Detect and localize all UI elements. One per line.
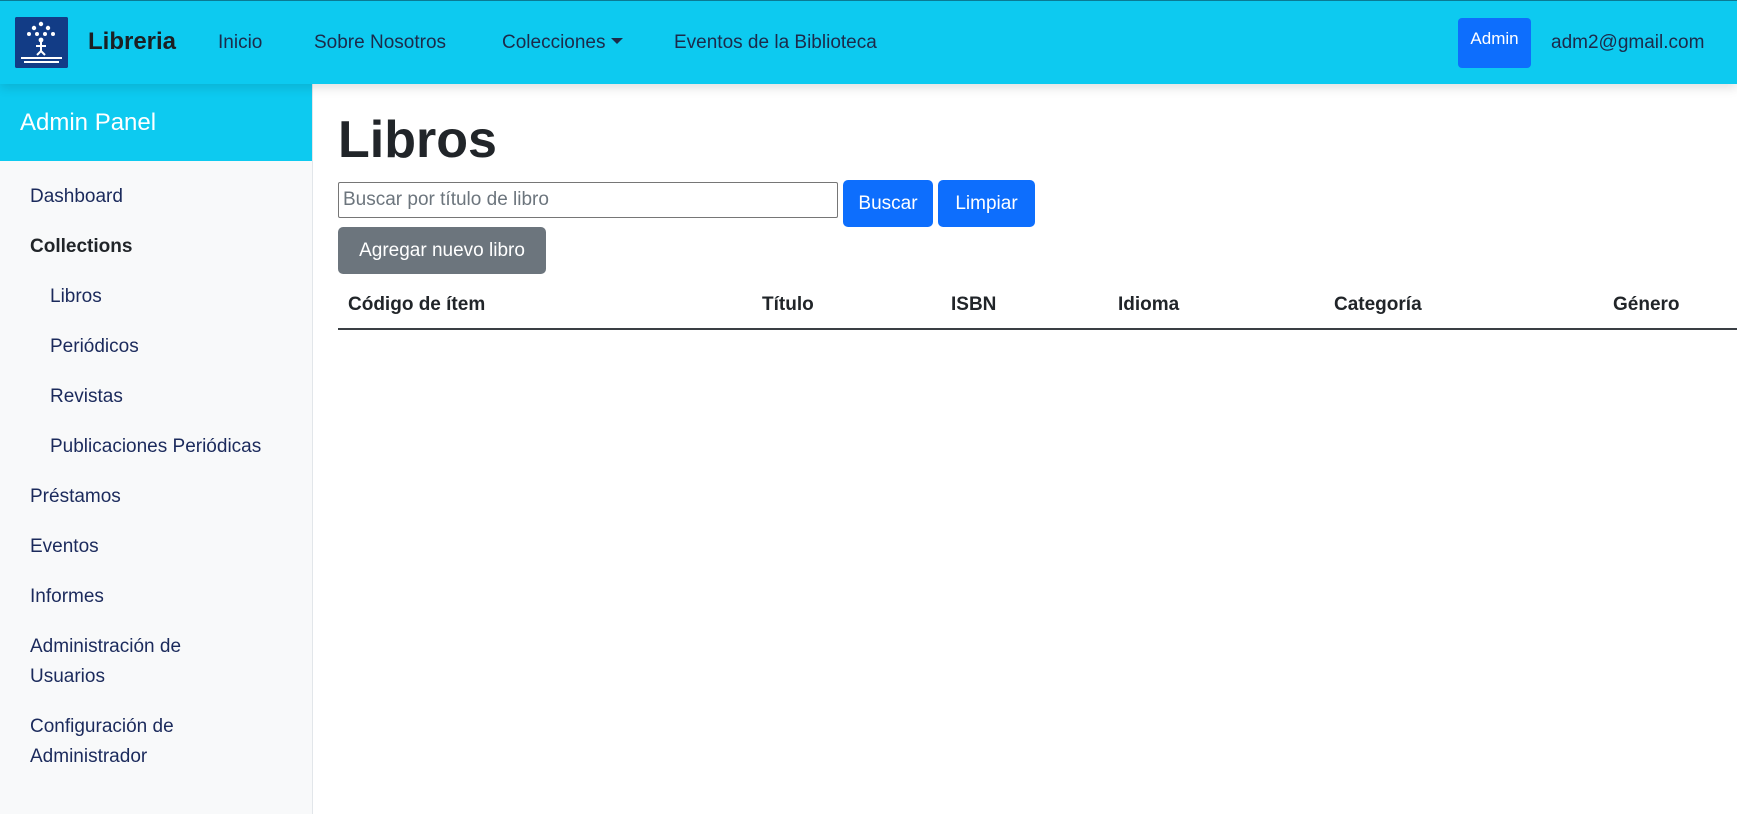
sidebar-item-libros[interactable]: Libros: [50, 282, 102, 312]
university-logo-icon[interactable]: [15, 17, 68, 68]
column-header-isbn[interactable]: ISBN: [951, 294, 996, 316]
column-header-codigo[interactable]: Código de ítem: [348, 294, 485, 316]
user-email[interactable]: adm2@gmail.com: [1551, 32, 1704, 54]
admin-button[interactable]: Admin: [1458, 18, 1531, 68]
sidebar-item-configuracion[interactable]: Configuración de Administrador: [30, 712, 230, 772]
nav-dropdown-colecciones[interactable]: Colecciones: [502, 32, 623, 54]
nav-dropdown-label: Colecciones: [502, 32, 606, 53]
nav-link-sobre-nosotros[interactable]: Sobre Nosotros: [314, 32, 446, 54]
column-header-genero[interactable]: Género: [1613, 294, 1680, 316]
sidebar-item-dashboard[interactable]: Dashboard: [30, 182, 123, 212]
column-header-idioma[interactable]: Idioma: [1118, 294, 1179, 316]
books-table-header: Código de ítem Título ISBN Idioma Catego…: [338, 284, 1737, 330]
caret-down-icon: [610, 38, 623, 44]
column-header-categoria[interactable]: Categoría: [1334, 294, 1422, 316]
nav-link-inicio[interactable]: Inicio: [218, 32, 262, 54]
clear-button[interactable]: Limpiar: [938, 180, 1035, 227]
nav-link-eventos[interactable]: Eventos de la Biblioteca: [674, 32, 877, 54]
sidebar-title: Admin Panel: [0, 84, 312, 161]
sidebar-item-collections[interactable]: Collections: [30, 232, 132, 262]
page-title: Libros: [338, 111, 497, 169]
admin-sidebar: Admin Panel Dashboard Collections Libros…: [0, 84, 313, 814]
search-input[interactable]: [338, 182, 838, 218]
top-navbar: Libreria Inicio Sobre Nosotros Coleccion…: [0, 0, 1737, 84]
sidebar-item-periodicos[interactable]: Periódicos: [50, 332, 139, 362]
sidebar-item-revistas[interactable]: Revistas: [50, 382, 123, 412]
sidebar-item-publicaciones[interactable]: Publicaciones Periódicas: [50, 432, 261, 462]
sidebar-item-prestamos[interactable]: Préstamos: [30, 482, 121, 512]
brand-name[interactable]: Libreria: [88, 28, 176, 56]
sidebar-item-usuarios[interactable]: Administración de Usuarios: [30, 632, 230, 692]
add-book-button[interactable]: Agregar nuevo libro: [338, 227, 546, 274]
sidebar-item-eventos[interactable]: Eventos: [30, 532, 99, 562]
sidebar-item-informes[interactable]: Informes: [30, 582, 104, 612]
column-header-titulo[interactable]: Título: [762, 294, 814, 316]
search-button[interactable]: Buscar: [843, 180, 933, 227]
